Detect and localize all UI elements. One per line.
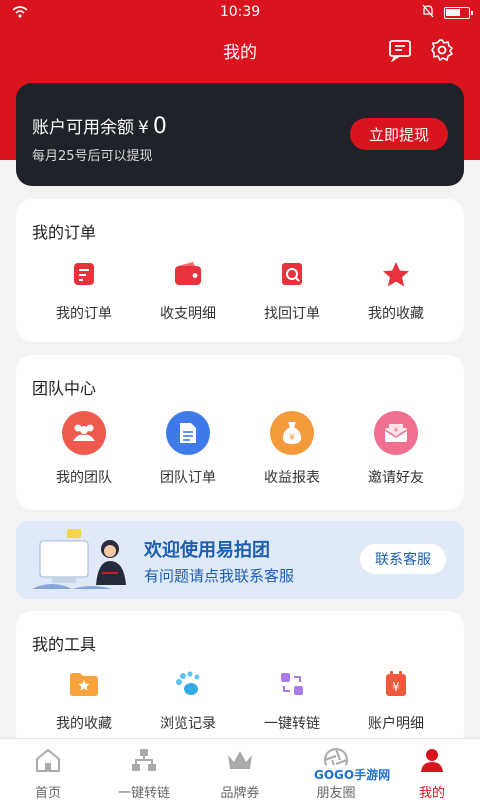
- crown-icon: [225, 747, 255, 777]
- tab-label: 首页: [34, 786, 61, 800]
- tools-item-label: 浏览记录: [160, 716, 216, 732]
- folder-star-icon: [67, 667, 101, 701]
- tab-mine[interactable]: 我的: [384, 739, 480, 800]
- team-item-team-orders[interactable]: 团队订单: [136, 411, 240, 487]
- balance-card: 账户可用余额 ¥ 0 每月25号后可以提现 立即提现: [16, 83, 464, 186]
- footprint-icon: [171, 667, 205, 701]
- balance-label-row: 账户可用余额 ¥ 0: [32, 113, 167, 139]
- balance-amount: 0: [152, 114, 167, 139]
- team-item-label: 收益报表: [264, 470, 320, 486]
- bell-mute-icon: [422, 4, 434, 22]
- orders-item-label: 找回订单: [264, 306, 320, 322]
- tools-item-browse-history[interactable]: 浏览记录: [136, 667, 240, 733]
- svg-text:¥: ¥: [392, 680, 400, 694]
- tab-label: 朋友圈: [316, 786, 356, 800]
- orders-item-label: 我的订单: [56, 306, 112, 322]
- team-card: 团队中心 我的团队 团队订单 ¥ 收益报表 ¥ 邀请好友: [16, 355, 464, 510]
- tools-title: 我的工具: [32, 635, 97, 654]
- team-grid: 我的团队 团队订单 ¥ 收益报表 ¥ 邀请好友: [16, 411, 464, 487]
- tools-item-convert-link[interactable]: 一键转链: [240, 667, 344, 733]
- tab-label: 品牌券: [220, 786, 260, 800]
- support-banner[interactable]: 欢迎使用易拍团 有问题请点我联系客服 联系客服: [16, 521, 464, 599]
- tools-item-label: 一键转链: [264, 716, 320, 732]
- convert-link-icon: [275, 667, 309, 701]
- tab-home[interactable]: 首页: [0, 739, 96, 800]
- orders-item-my-orders[interactable]: 我的订单: [32, 257, 136, 323]
- money-bag-icon: ¥: [270, 411, 314, 455]
- team-item-label: 团队订单: [160, 470, 216, 486]
- tools-item-label: 我的收藏: [56, 716, 112, 732]
- team-item-earnings-report[interactable]: ¥ 收益报表: [240, 411, 344, 487]
- gear-icon[interactable]: [428, 36, 456, 64]
- svg-text:¥: ¥: [394, 426, 399, 434]
- orders-item-retrieve-order[interactable]: 找回订单: [240, 257, 344, 323]
- tab-label: 一键转链: [117, 786, 170, 800]
- top-navbar: 我的: [0, 30, 480, 70]
- orders-item-income-detail[interactable]: 收支明细: [136, 257, 240, 323]
- search-order-icon: [275, 257, 309, 291]
- tools-item-favorites[interactable]: 我的收藏: [32, 667, 136, 733]
- tab-brand-coupons[interactable]: 品牌券: [192, 739, 288, 800]
- team-item-label: 邀请好友: [368, 470, 424, 486]
- tab-convert-link[interactable]: 一键转链: [96, 739, 192, 800]
- message-icon[interactable]: [386, 36, 414, 64]
- orders-item-favorites[interactable]: 我的收藏: [344, 257, 448, 323]
- person-icon: [418, 747, 446, 777]
- status-bar: 10:39: [0, 0, 480, 26]
- order-list-icon: [67, 257, 101, 291]
- tools-grid: 我的收藏 浏览记录 一键转链 ¥ 账户明细: [16, 667, 464, 733]
- team-item-my-team[interactable]: 我的团队: [32, 411, 136, 487]
- tools-item-label: 账户明细: [368, 716, 424, 732]
- orders-item-label: 收支明细: [160, 306, 216, 322]
- wallet-icon: [171, 257, 205, 291]
- tools-item-account-detail[interactable]: ¥ 账户明细: [344, 667, 448, 733]
- team-item-label: 我的团队: [56, 470, 112, 486]
- contact-support-button[interactable]: 联系客服: [360, 544, 446, 574]
- orders-item-label: 我的收藏: [368, 306, 424, 322]
- orders-title: 我的订单: [32, 223, 97, 242]
- balance-label: 账户可用余额: [32, 118, 134, 138]
- star-icon: [379, 257, 413, 291]
- team-icon: [62, 411, 106, 455]
- currency-symbol: ¥: [138, 118, 149, 138]
- orders-card: 我的订单 我的订单 收支明细 找回订单 我的收藏: [16, 199, 464, 342]
- network-icon: [130, 747, 158, 777]
- banner-subtitle: 有问题请点我联系客服: [144, 567, 295, 585]
- invite-envelope-icon: ¥: [374, 411, 418, 455]
- orders-grid: 我的订单 收支明细 找回订单 我的收藏: [16, 257, 464, 323]
- watermark-logo: GOGO手游网: [310, 765, 395, 784]
- tab-label: 我的: [418, 786, 445, 800]
- team-item-invite-friends[interactable]: ¥ 邀请好友: [344, 411, 448, 487]
- status-time: 10:39: [219, 4, 261, 20]
- withdraw-button[interactable]: 立即提现: [350, 118, 448, 150]
- svg-text:¥: ¥: [289, 433, 295, 443]
- banner-title: 欢迎使用易拍团: [144, 540, 270, 561]
- account-detail-icon: ¥: [379, 667, 413, 701]
- battery-icon: [444, 7, 473, 19]
- customer-service-illustration: [32, 527, 142, 597]
- withdraw-note: 每月25号后可以提现: [32, 149, 153, 164]
- document-icon: [166, 411, 210, 455]
- home-icon: [34, 747, 62, 777]
- tools-card: 我的工具 我的收藏 浏览记录 一键转链 ¥ 账户明细: [16, 611, 464, 751]
- team-title: 团队中心: [32, 379, 97, 398]
- bottom-tab-bar: 首页 一键转链 品牌券 朋友圈 我的: [0, 738, 480, 800]
